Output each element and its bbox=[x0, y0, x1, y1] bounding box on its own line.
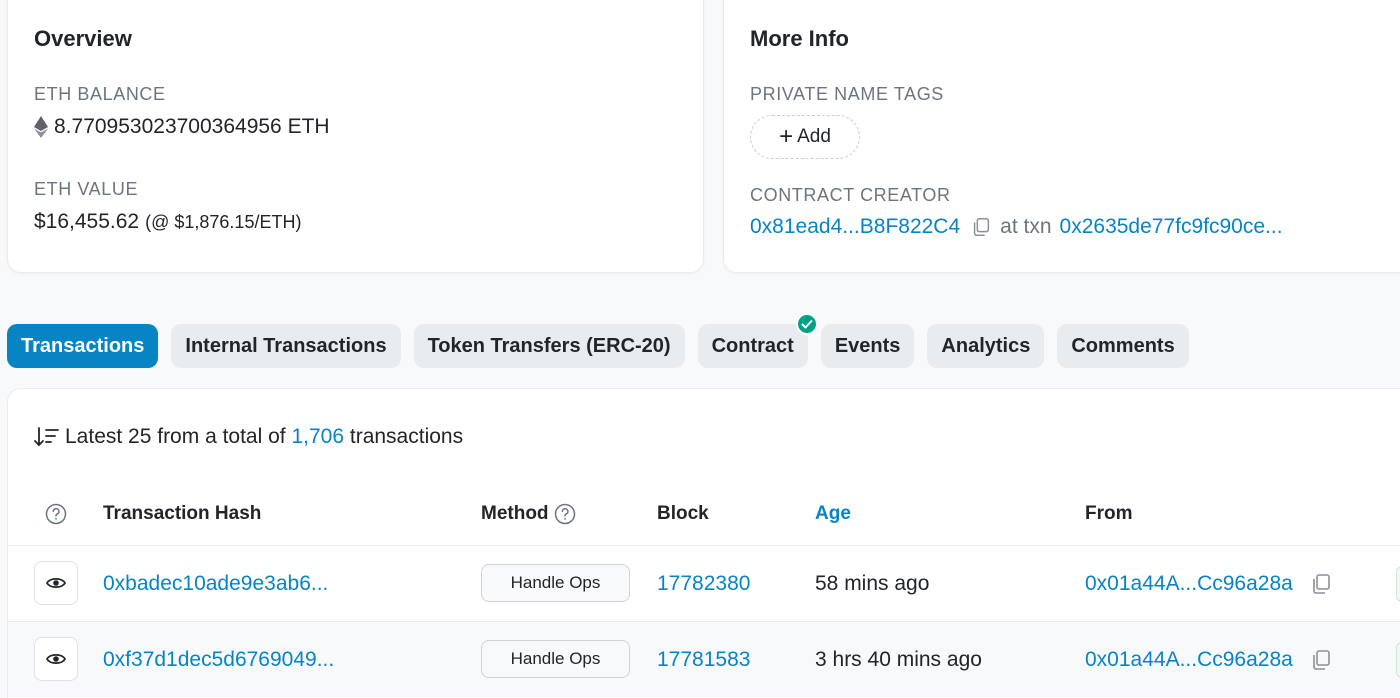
method-badge: Handle Ops bbox=[481, 564, 630, 602]
add-button-label: Add bbox=[797, 126, 831, 147]
tab-label: Internal Transactions bbox=[185, 334, 387, 357]
tab-label: Token Transfers (ERC-20) bbox=[427, 334, 671, 357]
tab-contract[interactable]: Contract bbox=[697, 313, 818, 368]
tab-token-transfers[interactable]: Token Transfers (ERC-20) bbox=[413, 324, 685, 368]
transactions-summary: Latest 25 from a total of 1,706 transact… bbox=[33, 425, 463, 449]
eth-value-rate: (@ $1,876.15/ETH) bbox=[145, 211, 302, 232]
tab-internal-transactions[interactable]: Internal Transactions bbox=[171, 324, 401, 368]
tab-bar: Transactions Internal Transactions Token… bbox=[7, 313, 1189, 368]
transactions-panel: Latest 25 from a total of 1,706 transact… bbox=[7, 388, 1400, 698]
total-transactions-link[interactable]: 1,706 bbox=[291, 425, 344, 449]
column-header-from: From bbox=[1085, 503, 1133, 524]
tab-events[interactable]: Events bbox=[820, 324, 915, 368]
summary-suffix: transactions bbox=[349, 425, 464, 448]
eth-balance-value-row: 8.770953023700364956 ETH bbox=[34, 115, 330, 139]
contract-creator-row: 0x81ead4...B8F822C4 at txn 0x2635de77fc9… bbox=[750, 215, 1283, 239]
add-name-tag-button[interactable]: + Add bbox=[750, 115, 860, 159]
method-header-label: Method bbox=[481, 503, 549, 524]
column-help[interactable] bbox=[45, 503, 67, 525]
ethereum-diamond-icon bbox=[34, 116, 48, 138]
direction-badge bbox=[1396, 642, 1400, 678]
copy-icon[interactable] bbox=[1309, 648, 1333, 672]
age-value: 3 hrs 40 mins ago bbox=[815, 647, 982, 671]
age-value: 58 mins ago bbox=[815, 571, 930, 595]
creator-address-link[interactable]: 0x81ead4...B8F822C4 bbox=[750, 215, 960, 239]
eth-value-usd: $16,455.62 bbox=[34, 210, 140, 233]
transaction-hash-link[interactable]: 0xf37d1dec5d6769049... bbox=[103, 648, 334, 672]
from-address-link[interactable]: 0x01a44A...Cc96a28a bbox=[1085, 648, 1293, 672]
overview-title: Overview bbox=[34, 26, 132, 51]
contract-creator-label: CONTRACT CREATOR bbox=[750, 185, 951, 205]
tab-comments[interactable]: Comments bbox=[1057, 324, 1189, 368]
column-header-age[interactable]: Age bbox=[815, 503, 851, 525]
private-name-tags-label: PRIVATE NAME TAGS bbox=[750, 84, 944, 104]
tab-label: Analytics bbox=[941, 334, 1031, 357]
eth-value-row: $16,455.62 (@ $1,876.15/ETH) bbox=[34, 210, 301, 234]
column-header-block: Block bbox=[657, 503, 709, 524]
view-details-button[interactable] bbox=[34, 637, 78, 681]
plus-icon: + bbox=[779, 123, 794, 150]
column-header-method: Method bbox=[481, 503, 576, 525]
at-txn-label: at txn bbox=[1000, 215, 1052, 238]
copy-icon[interactable] bbox=[970, 216, 992, 238]
block-link[interactable]: 17782380 bbox=[657, 572, 750, 596]
method-badge: Handle Ops bbox=[481, 640, 630, 678]
creator-txn-link[interactable]: 0x2635de77fc9fc90ce... bbox=[1060, 215, 1283, 239]
eth-value-label: ETH VALUE bbox=[34, 179, 139, 199]
table-row: 0xf37d1dec5d6769049... Handle Ops 177815… bbox=[8, 621, 1400, 697]
tab-label: Comments bbox=[1071, 334, 1175, 357]
eth-balance-label: ETH BALANCE bbox=[34, 84, 166, 104]
view-details-button[interactable] bbox=[34, 561, 78, 605]
sort-descending-icon[interactable] bbox=[33, 426, 59, 448]
eye-icon bbox=[46, 577, 66, 589]
column-header-transaction-hash: Transaction Hash bbox=[103, 503, 262, 524]
more-info-title: More Info bbox=[750, 26, 849, 51]
eth-balance-value: 8.770953023700364956 ETH bbox=[54, 115, 330, 138]
copy-icon[interactable] bbox=[1309, 572, 1333, 596]
table-row: 0xbadec10ade9e3ab6... Handle Ops 1778238… bbox=[8, 545, 1400, 621]
more-info-card: More Info PRIVATE NAME TAGS + Add CONTRA… bbox=[723, 0, 1400, 273]
tab-analytics[interactable]: Analytics bbox=[927, 324, 1045, 368]
tab-label: Contract bbox=[711, 334, 794, 357]
eye-icon bbox=[46, 653, 66, 665]
transaction-hash-link[interactable]: 0xbadec10ade9e3ab6... bbox=[103, 572, 328, 596]
block-link[interactable]: 17781583 bbox=[657, 648, 750, 672]
question-circle-icon[interactable] bbox=[554, 503, 576, 525]
tab-label: Transactions bbox=[21, 334, 145, 357]
tab-label: Events bbox=[834, 334, 901, 357]
direction-badge bbox=[1396, 566, 1400, 602]
check-circle-icon bbox=[795, 313, 818, 335]
summary-prefix: Latest 25 from a total of bbox=[65, 425, 286, 448]
overview-card: Overview ETH BALANCE 8.77095302370036495… bbox=[7, 0, 704, 273]
tab-transactions[interactable]: Transactions bbox=[7, 324, 159, 368]
from-cell: 0x01a44A...Cc96a28a bbox=[1085, 648, 1333, 672]
question-circle-icon bbox=[45, 503, 67, 525]
from-address-link[interactable]: 0x01a44A...Cc96a28a bbox=[1085, 572, 1293, 596]
from-cell: 0x01a44A...Cc96a28a bbox=[1085, 572, 1333, 596]
